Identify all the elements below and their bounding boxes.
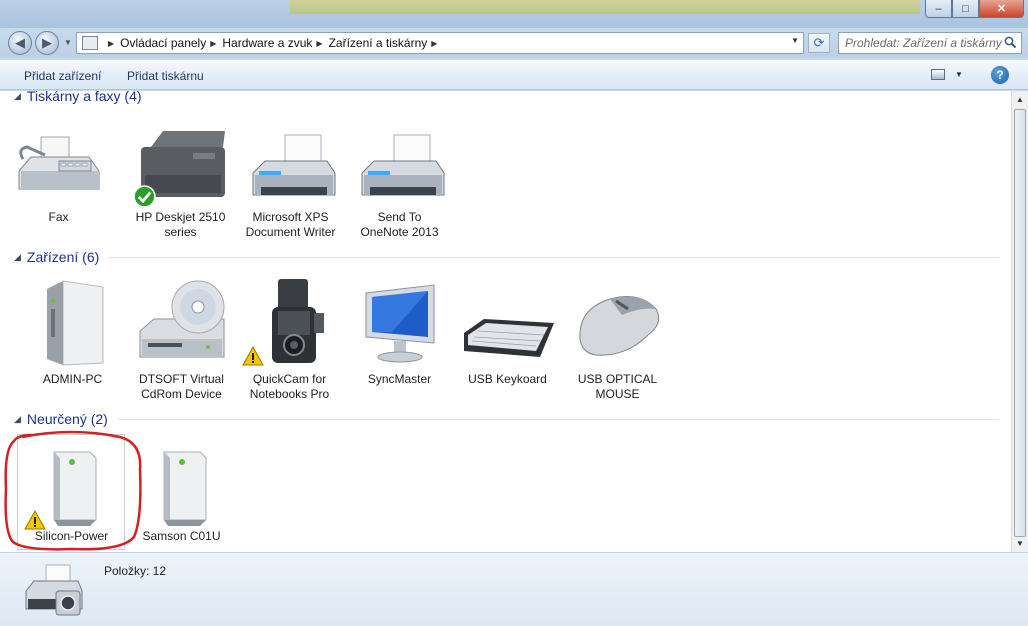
breadcrumb-control-panel[interactable]: Ovládací panely ▶ bbox=[120, 36, 222, 50]
group-header-printers[interactable]: ◢ Tiskárny a faxy (4) bbox=[14, 91, 999, 105]
desktop-background-strip bbox=[290, 0, 920, 14]
add-printer-button[interactable]: Přidat tiskárnu bbox=[127, 69, 204, 83]
scroll-down-icon[interactable]: ▼ bbox=[1016, 539, 1024, 548]
device-item-fax[interactable]: Fax bbox=[6, 127, 111, 225]
device-label-line2: OneNote 2013 bbox=[360, 225, 439, 239]
device-label: Send To bbox=[377, 210, 422, 224]
monitor-icon bbox=[365, 284, 434, 363]
change-view-icon[interactable] bbox=[931, 69, 945, 80]
device-label-line2: Document Writer bbox=[245, 225, 336, 239]
device-label: ADMIN-PC bbox=[42, 372, 103, 386]
command-bar: Přidat zařízení Přidat tiskárnu ▼ ? bbox=[0, 60, 1028, 90]
computer-tower-icon bbox=[46, 280, 103, 366]
group-divider bbox=[109, 256, 999, 258]
printer-icon bbox=[252, 134, 335, 196]
group-header-devices[interactable]: ◢ Zařízení (6) bbox=[14, 248, 999, 266]
device-item-admin-pc[interactable]: ADMIN-PC bbox=[20, 279, 125, 387]
device-label: HP Deskjet 2510 bbox=[135, 210, 226, 224]
device-item-quickcam[interactable]: QuickCam for Notebooks Pro bbox=[237, 279, 342, 402]
device-item-hp-deskjet[interactable]: HP Deskjet 2510 series bbox=[128, 127, 233, 240]
scroll-thumb[interactable] bbox=[1014, 109, 1026, 537]
warning-icon bbox=[24, 510, 46, 530]
refresh-button[interactable]: ⟳ bbox=[808, 33, 830, 53]
device-item-usb-keyboard[interactable]: USB Keykoard bbox=[455, 279, 560, 387]
item-count: Položky: 12 bbox=[104, 564, 167, 578]
forward-button[interactable]: ▶ bbox=[35, 31, 59, 55]
device-item-dtsoft-cdrom[interactable]: DTSOFT Virtual CdRom Device bbox=[129, 279, 234, 402]
refresh-icon: ⟳ bbox=[813, 35, 825, 50]
devices-printers-icon bbox=[25, 564, 83, 616]
title-bar: – □ ✕ bbox=[0, 0, 1028, 28]
device-item-samson-c01u[interactable]: Samson C01U bbox=[129, 446, 234, 544]
printer-icon bbox=[361, 134, 444, 196]
device-label-line2: series bbox=[164, 225, 197, 239]
vertical-scrollbar[interactable]: ▲ ▼ bbox=[1011, 91, 1028, 552]
forward-arrow-icon: ▶ bbox=[42, 35, 52, 50]
collapse-triangle-icon[interactable]: ◢ bbox=[14, 414, 21, 425]
device-label: USB Keykoard bbox=[468, 372, 547, 386]
search-input[interactable]: Prohledat: Zařízení a tiskárny bbox=[838, 32, 1022, 54]
back-button[interactable]: ◀ bbox=[8, 31, 32, 55]
keyboard-icon bbox=[463, 319, 554, 357]
recent-pages-dropdown[interactable]: ▼ bbox=[64, 38, 72, 47]
warning-icon bbox=[242, 346, 264, 366]
help-button[interactable]: ? bbox=[991, 66, 1009, 84]
window-controls: – □ ✕ bbox=[925, 0, 1024, 18]
device-item-microsoft-xps[interactable]: Microsoft XPS Document Writer bbox=[238, 127, 343, 240]
control-panel-icon bbox=[82, 36, 98, 50]
fax-icon bbox=[18, 136, 99, 190]
device-label-line2: CdRom Device bbox=[141, 387, 222, 401]
search-placeholder: Prohledat: Zařízení a tiskárny bbox=[845, 36, 1002, 50]
close-button[interactable]: ✕ bbox=[979, 0, 1024, 18]
breadcrumb-hardware-sound[interactable]: Hardware a zvuk ▶ bbox=[222, 36, 328, 50]
navigation-bar: ◀ ▶ ▼ ▶ Ovládací panely ▶ Hardware a zvuk… bbox=[0, 28, 1028, 58]
maximize-button[interactable]: □ bbox=[952, 0, 979, 18]
device-label: QuickCam for bbox=[252, 372, 327, 386]
device-label: DTSOFT Virtual bbox=[139, 372, 224, 386]
device-label: Silicon-Power bbox=[34, 529, 109, 543]
device-label: Microsoft XPS bbox=[252, 210, 329, 224]
device-label: Samson C01U bbox=[142, 529, 221, 543]
address-dropdown-icon[interactable]: ▼ bbox=[791, 36, 799, 45]
scroll-up-icon[interactable]: ▲ bbox=[1016, 95, 1024, 104]
mouse-icon bbox=[578, 296, 659, 356]
details-pane: Položky: 12 bbox=[0, 552, 1028, 626]
view-options-dropdown[interactable]: ▼ bbox=[955, 70, 963, 79]
device-label: USB OPTICAL bbox=[577, 372, 658, 386]
device-label-line2: MOUSE bbox=[595, 387, 640, 401]
device-label-line2: Notebooks Pro bbox=[249, 387, 330, 401]
device-item-syncmaster[interactable]: SyncMaster bbox=[347, 279, 452, 387]
device-list-pane: ◢ Tiskárny a faxy (4) Fax HP Deskjet 251… bbox=[0, 91, 1011, 552]
search-icon[interactable] bbox=[1004, 36, 1017, 49]
back-arrow-icon: ◀ bbox=[15, 35, 25, 50]
device-item-usb-optical-mouse[interactable]: USB OPTICAL MOUSE bbox=[565, 279, 670, 402]
external-drive-icon bbox=[163, 451, 206, 526]
default-printer-check-icon bbox=[133, 185, 156, 208]
group-header-unspecified[interactable]: ◢ Neurčený (2) bbox=[14, 410, 999, 428]
add-device-button[interactable]: Přidat zařízení bbox=[24, 69, 101, 83]
breadcrumb-devices-printers[interactable]: Zařízení a tiskárny ▶ bbox=[329, 36, 444, 50]
device-item-send-to-onenote[interactable]: Send To OneNote 2013 bbox=[347, 127, 452, 240]
collapse-triangle-icon[interactable]: ◢ bbox=[14, 91, 21, 102]
breadcrumb-root[interactable]: ▶ bbox=[104, 39, 120, 48]
group-divider bbox=[117, 418, 999, 420]
minimize-button[interactable]: – bbox=[925, 0, 952, 18]
device-label: Fax bbox=[48, 210, 69, 224]
address-bar[interactable]: ▶ Ovládací panely ▶ Hardware a zvuk ▶ Zaří… bbox=[76, 32, 804, 54]
device-label: SyncMaster bbox=[367, 372, 432, 386]
cd-drive-icon bbox=[139, 280, 224, 358]
collapse-triangle-icon[interactable]: ◢ bbox=[14, 252, 21, 263]
